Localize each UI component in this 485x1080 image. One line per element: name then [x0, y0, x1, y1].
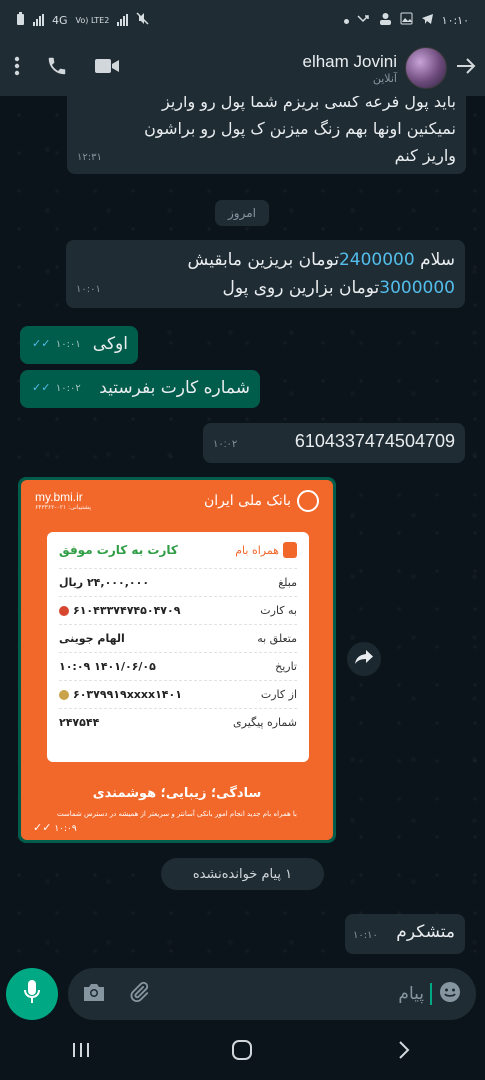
dest-bank-icon — [59, 605, 69, 616]
contact-name: elham Jovini — [302, 51, 398, 71]
recents-icon — [71, 1041, 91, 1063]
message-text: متشکرم — [396, 922, 455, 942]
message-bubble-incoming[interactable]: سلام 2400000تومان بریزین مابقیش 3000000ت… — [66, 240, 465, 308]
message-bubble-incoming[interactable]: 6104337474504709 ۱۰:۰۲ — [203, 423, 465, 463]
bank-emblem-icon — [297, 490, 319, 512]
receipt-row: از کارت ۶۰۳۷۹۹۱۹xxxx۱۴۰۱ — [59, 680, 297, 708]
chat-area[interactable]: باید پول فرعه کسی بریزم شما پول رو واریز… — [0, 96, 485, 962]
date-chip: امروز — [215, 200, 269, 226]
message-time: ۱۰:۰۱ — [55, 339, 81, 350]
system-nav-bar — [0, 1024, 485, 1080]
back-nav-icon — [397, 1040, 411, 1064]
message-time: ۱۰:۰۱ — [76, 284, 101, 295]
battery-icon — [16, 11, 25, 29]
message-input[interactable] — [150, 984, 424, 1004]
avatar[interactable] — [405, 47, 447, 89]
message-bubble-outgoing[interactable]: اوکی ✓✓ ۱۰:۰۱ — [20, 326, 138, 364]
more-vert-icon[interactable] — [14, 56, 20, 80]
receipt-row: به کارت ۶۱۰۴۳۳۷۴۷۴۵۰۴۷۰۹ — [59, 596, 297, 624]
message-text: باید پول فرعه کسی بریزم شما پول رو واریز… — [144, 96, 456, 165]
bank-url: my.bmi.ir — [35, 490, 83, 504]
forward-button[interactable] — [347, 642, 381, 676]
attach-icon[interactable] — [128, 981, 150, 1007]
receipt-row: شماره پیگیری ۲۴۷۵۴۴ — [59, 708, 297, 736]
home-button[interactable] — [212, 1032, 272, 1072]
message-bubble-incoming[interactable]: متشکرم ۱۰:۱۰ — [345, 914, 465, 954]
message-bubble-outgoing[interactable]: شماره کارت بفرستید ✓✓ ۱۰:۰۲ — [20, 370, 260, 408]
receipt-row: متعلق به الهام جوینی — [59, 624, 297, 652]
bank-logo: بانک ملی ایران — [204, 490, 319, 512]
emoji-icon[interactable] — [438, 980, 462, 1008]
home-icon — [231, 1039, 253, 1065]
message-text: شماره کارت بفرستید — [99, 378, 250, 398]
message-text: سلام 2400000تومان بریزین مابقیش 3000000ت… — [187, 250, 455, 298]
bank-support: پشتیبانی: ۰۲۱-۶۴۳۳۶۲ — [35, 504, 92, 511]
message-bubble-incoming[interactable]: باید پول فرعه کسی بریزم شما پول رو واریز… — [67, 96, 466, 174]
mute-icon — [136, 12, 149, 28]
call-icon[interactable] — [46, 55, 68, 81]
mic-icon — [23, 979, 41, 1009]
receipt-image-message[interactable]: بانک ملی ایران my.bmi.ir پشتیبانی: ۰۲۱-۶… — [18, 477, 336, 843]
receipt-row: مبلغ ۲۴,۰۰۰,۰۰۰ ریال — [59, 568, 297, 596]
message-input-pill — [68, 968, 476, 1020]
status-time: ۱۰:۱۰ — [441, 13, 469, 27]
video-call-icon[interactable] — [94, 57, 120, 79]
status-bar: 4G Vo) LTE2 ۱۰:۱۰ — [0, 0, 485, 40]
bam-logo-icon — [283, 542, 297, 558]
contact-status: آنلاین — [372, 71, 397, 85]
receipt-footer: با همراه بام جدید انجام امور بانکی آسانت… — [56, 810, 297, 818]
message-time: ۱۰:۰۲ — [213, 439, 238, 450]
receipt-image[interactable]: بانک ملی ایران my.bmi.ir پشتیبانی: ۰۲۱-۶… — [21, 480, 333, 840]
receipt-row: تاریخ ۱۴۰۱/۰۶/۰۵ ۱۰:۰۹ — [59, 652, 297, 680]
message-time: ۱۰:۰۲ — [55, 383, 81, 394]
status-left: 4G Vo) LTE2 — [16, 11, 149, 29]
mic-button[interactable] — [6, 968, 58, 1020]
message-time: ۱۰:۱۰ — [353, 930, 378, 941]
image-notif-icon — [400, 12, 413, 28]
success-title: کارت به کارت موفق — [59, 543, 178, 557]
header-actions — [14, 55, 120, 81]
text-caret — [430, 983, 432, 1005]
receipt-slogan: سادگی؛ زیبایی؛ هوشمندی — [92, 786, 262, 801]
message-text: اوکی — [92, 334, 128, 354]
message-time: ۱۰:۰۹ — [54, 824, 77, 834]
receipt-card: همراه بام کارت به کارت موفق مبلغ ۲۴,۰۰۰,… — [47, 532, 309, 762]
back-button[interactable] — [374, 1032, 434, 1072]
compose-bar — [0, 962, 485, 1024]
back-arrow-icon[interactable] — [455, 56, 477, 80]
missed-call-icon — [357, 13, 371, 28]
app-brand: همراه بام — [235, 542, 297, 558]
read-ticks-icon: ✓✓ — [32, 381, 55, 394]
status-right: ۱۰:۱۰ — [343, 12, 469, 28]
forward-icon — [354, 649, 374, 669]
telegram-icon — [421, 13, 434, 28]
dot-icon — [343, 14, 349, 27]
message-time: ۱۲:۳۱ — [77, 152, 102, 163]
signal-icon-2 — [117, 14, 129, 26]
camera-icon[interactable] — [82, 982, 106, 1006]
volte-label: Vo) LTE2 — [75, 15, 110, 25]
network-type: 4G — [52, 13, 68, 27]
profile-badge-icon — [379, 12, 392, 28]
chat-header: elham Jovini آنلاین — [0, 40, 485, 96]
message-text: 6104337474504709 — [294, 431, 455, 451]
contact-names: elham Jovini آنلاین — [303, 52, 398, 85]
unread-messages-chip: ۱ پیام خوانده‌نشده — [161, 858, 324, 890]
read-ticks-icon: ✓✓ — [33, 821, 56, 834]
recents-button[interactable] — [51, 1032, 111, 1072]
contact-info[interactable]: elham Jovini آنلاین — [303, 47, 478, 89]
source-bank-icon — [59, 689, 69, 700]
signal-icon — [33, 14, 44, 26]
read-ticks-icon: ✓✓ — [32, 337, 55, 350]
